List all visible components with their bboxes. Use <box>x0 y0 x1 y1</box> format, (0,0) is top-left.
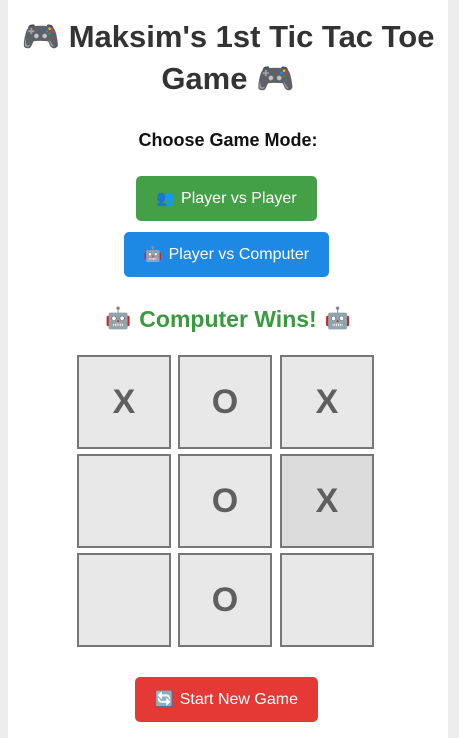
game-card: 🎮 Maksim's 1st Tic Tac Toe Game 🎮 Choose… <box>8 0 448 738</box>
board-cell-4[interactable] <box>77 454 171 548</box>
start-new-game-label: Start New Game <box>179 690 298 708</box>
mode-label: Choose Game Mode: <box>138 130 318 150</box>
robot-icon: 🤖 <box>324 307 351 330</box>
board-cell-9[interactable] <box>280 553 374 647</box>
player-vs-computer-label: Player vs Computer <box>168 245 310 263</box>
board-cell-5[interactable]: O <box>178 454 272 548</box>
board-cell-6[interactable]: X <box>280 454 374 548</box>
robot-icon: 🤖 <box>143 246 163 263</box>
game-board: X O X O X O <box>77 355 374 647</box>
board-cell-3[interactable]: X <box>280 355 374 449</box>
board-cell-1[interactable]: X <box>77 355 171 449</box>
board-cell-8[interactable]: O <box>178 553 272 647</box>
status-text: Computer Wins! <box>139 306 317 332</box>
player-vs-player-button[interactable]: 👥 Player vs Player <box>136 176 317 221</box>
people-icon: 👥 <box>156 190 176 207</box>
board-cell-7[interactable] <box>77 553 171 647</box>
player-vs-player-label: Player vs Player <box>181 189 297 207</box>
robot-icon: 🤖 <box>105 307 132 330</box>
start-new-game-button[interactable]: 🔄 Start New Game <box>135 677 318 722</box>
page-title: 🎮 Maksim's 1st Tic Tac Toe Game 🎮 <box>21 19 435 96</box>
player-vs-computer-button[interactable]: 🤖 Player vs Computer <box>124 232 329 277</box>
board-cell-2[interactable]: O <box>178 355 272 449</box>
game-status: 🤖 Computer Wins! 🤖 <box>8 304 448 334</box>
refresh-icon: 🔄 <box>155 691 174 708</box>
